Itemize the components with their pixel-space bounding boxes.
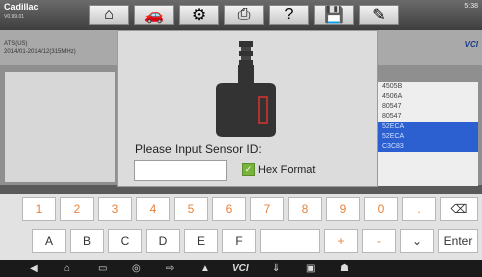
download-icon[interactable]: ⇓	[272, 262, 280, 275]
key-c[interactable]: C	[108, 229, 142, 253]
tpms-sensor-icon	[216, 41, 276, 137]
vehicle-title: Cadillac V0.99.01	[4, 2, 39, 22]
key-3[interactable]: 3	[98, 197, 132, 221]
enter-key[interactable]: Enter	[438, 229, 478, 253]
car-icon[interactable]: ▣	[306, 262, 315, 275]
vci-nav[interactable]: VCI	[232, 262, 249, 275]
key-plus[interactable]: +	[324, 229, 358, 253]
prompt-label: Please Input Sensor ID:	[135, 142, 262, 156]
hide-keyboard-button[interactable]: ⌄	[400, 229, 434, 253]
list-item: 52ECA	[378, 132, 478, 142]
key-a[interactable]: A	[32, 229, 66, 253]
vehicle-button[interactable]: 🚗	[134, 5, 174, 25]
technician-icon[interactable]: ☗	[340, 262, 349, 275]
home-button[interactable]: ⌂	[89, 5, 129, 25]
vehicle-icon: 🚗	[144, 7, 164, 24]
key-minus[interactable]: -	[362, 229, 396, 253]
vehicle-year-range: 2014/01-2014/12(315MHz)	[4, 49, 76, 55]
key-7[interactable]: 7	[250, 197, 284, 221]
backspace-button[interactable]: ⌫	[440, 197, 478, 221]
home-icon[interactable]: ⌂	[64, 262, 70, 275]
vci-label: VCI	[464, 40, 478, 49]
sensor-id-input[interactable]	[134, 160, 227, 181]
key-6[interactable]: 6	[212, 197, 246, 221]
space-key[interactable]	[260, 229, 320, 253]
settings-button[interactable]: ⚙	[179, 5, 219, 25]
key-f[interactable]: F	[222, 229, 256, 253]
vehicle-version: V0.99.01	[4, 14, 25, 20]
key-b[interactable]: B	[70, 229, 104, 253]
list-item: 4505B	[382, 83, 403, 90]
remote-icon[interactable]: ⇨	[166, 262, 174, 275]
save-icon: 💾	[324, 7, 344, 24]
vehicle-name: Cadillac	[4, 2, 39, 12]
key-e[interactable]: E	[184, 229, 218, 253]
hex-format-label: Hex Format	[258, 163, 316, 176]
home-icon: ⌂	[104, 6, 114, 23]
list-item: C3C83	[378, 142, 478, 152]
key-dot[interactable]: .	[402, 197, 436, 221]
key-9[interactable]: 9	[326, 197, 360, 221]
print-button[interactable]: ⎙	[224, 5, 264, 25]
settings-icon: ⚙	[191, 7, 207, 24]
edit-button[interactable]: ✎	[359, 5, 399, 25]
save-button[interactable]: 💾	[314, 5, 354, 25]
browser-icon[interactable]: ◎	[132, 262, 141, 275]
garage-icon[interactable]: ▲	[200, 262, 210, 275]
key-8[interactable]: 8	[288, 197, 322, 221]
key-5[interactable]: 5	[174, 197, 208, 221]
backspace-icon: ⌫	[450, 202, 468, 216]
key-1[interactable]: 1	[22, 197, 56, 221]
key-d[interactable]: D	[146, 229, 180, 253]
vehicle-model: ATS(US)	[4, 41, 28, 47]
vci-status: VCI	[465, 40, 478, 49]
key-2[interactable]: 2	[60, 197, 94, 221]
edit-icon: ✎	[372, 7, 386, 24]
key-0[interactable]: 0	[364, 197, 398, 221]
list-item: 80547	[382, 113, 402, 120]
back-icon[interactable]: ◀	[30, 262, 38, 275]
list-item: 80547	[382, 103, 402, 110]
print-icon: ⎙	[237, 6, 251, 23]
car-diagram	[5, 72, 115, 182]
list-item: 52ECA	[378, 122, 478, 132]
help-button[interactable]: ?	[269, 5, 309, 25]
vci-nav-label: VCI	[232, 263, 249, 274]
vehicle-info: ATS(US) 2014/01-2014/12(315MHz)	[4, 40, 76, 56]
chevron-down-icon: ⌄	[411, 234, 423, 248]
clock: 5:38	[464, 3, 478, 10]
recent-apps-icon[interactable]: ▭	[98, 262, 107, 275]
hex-format-checkbox[interactable]: ✓ Hex Format	[242, 163, 315, 176]
sensor-id-list: 4505B 4506A 80547 80547 52ECA 52ECA C3C8…	[378, 82, 478, 186]
key-4[interactable]: 4	[136, 197, 170, 221]
help-icon: ?	[284, 6, 294, 23]
list-item: 4506A	[382, 93, 403, 100]
checkmark-icon: ✓	[242, 163, 255, 176]
